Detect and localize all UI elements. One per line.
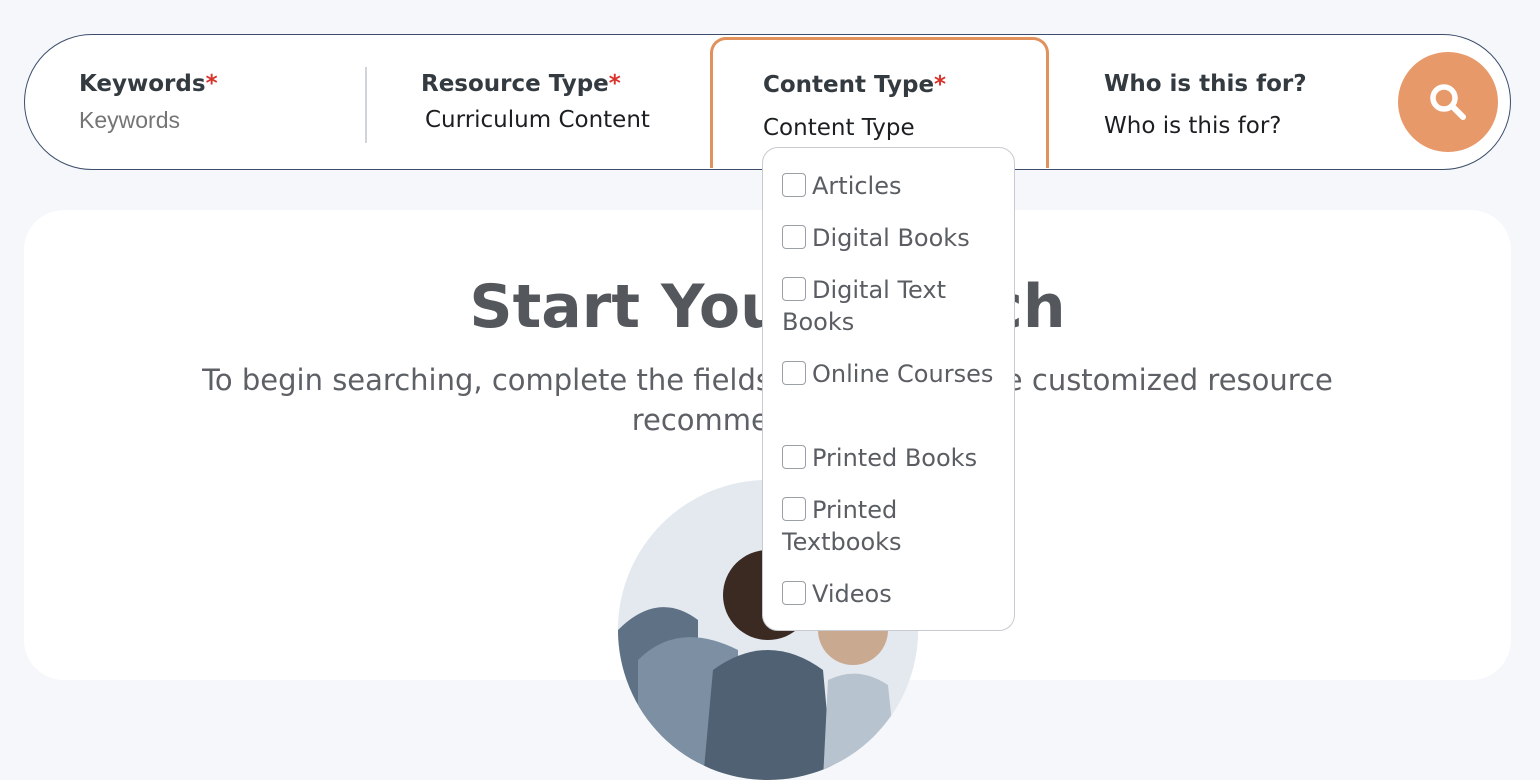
content-type-dropdown: Articles Digital Books Digital Text Book… [762, 147, 1015, 631]
content-type-select[interactable]: Content Type [763, 115, 915, 141]
checkbox[interactable] [782, 445, 806, 469]
required-mark: * [934, 72, 947, 98]
option-online-courses[interactable]: Online Courses [782, 358, 1007, 390]
resource-type-label: Resource Type* [421, 71, 621, 97]
option-articles[interactable]: Articles [782, 170, 1007, 202]
checkbox[interactable] [782, 361, 806, 385]
resource-type-field[interactable]: Resource Type* Curriculum Content [367, 35, 707, 169]
content-type-label: Content Type* [763, 72, 947, 98]
search-button[interactable] [1398, 52, 1498, 152]
keywords-field[interactable]: Keywords* [25, 35, 365, 169]
option-printed-books[interactable]: Printed Books [782, 442, 1007, 474]
who-is-this-for-label: Who is this for? [1104, 71, 1307, 97]
checkbox[interactable] [782, 277, 806, 301]
resource-type-select[interactable]: Curriculum Content [425, 107, 650, 133]
option-videos[interactable]: Videos [782, 578, 1007, 610]
option-digital-books[interactable]: Digital Books [782, 222, 1007, 254]
keywords-input[interactable] [79, 107, 339, 134]
keywords-label: Keywords* [79, 71, 218, 97]
who-is-this-for-field[interactable]: Who is this for? Who is this for? [1051, 35, 1391, 169]
checkbox[interactable] [782, 173, 806, 197]
who-is-this-for-select[interactable]: Who is this for? [1104, 113, 1282, 139]
checkbox[interactable] [782, 225, 806, 249]
checkbox[interactable] [782, 581, 806, 605]
option-printed-textbooks[interactable]: Printed Textbooks [782, 494, 1007, 558]
option-digital-text-books[interactable]: Digital Text Books [782, 274, 1007, 338]
checkbox[interactable] [782, 497, 806, 521]
required-mark: * [205, 71, 218, 97]
search-icon [1430, 84, 1466, 120]
required-mark: * [608, 71, 621, 97]
